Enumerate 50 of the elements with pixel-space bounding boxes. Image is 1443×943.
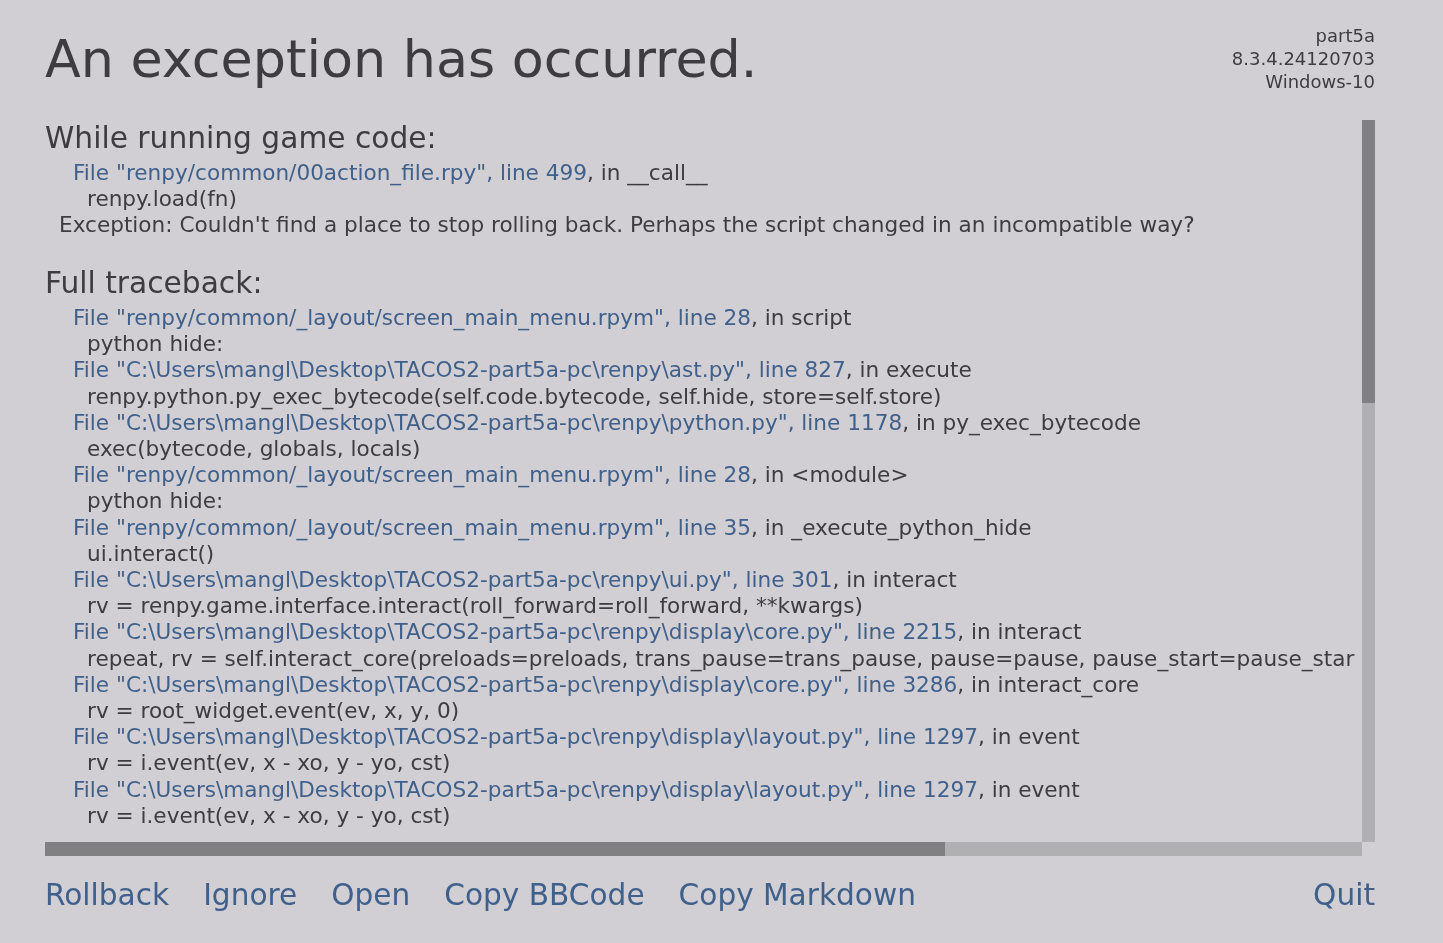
- file-link[interactable]: File "C:\Users\mangl\Desktop\TACOS2-part5a-pc\renpy\python.py", line 1178: [73, 409, 903, 435]
- error-title: An exception has occurred.: [45, 29, 758, 89]
- code-line: exec(bytecode, globals, locals): [86, 436, 422, 463]
- file-link[interactable]: File "C:\Users\mangl\Desktop\TACOS2-part5a-pc\renpy\display\layout.py", line 1297: [73, 776, 978, 802]
- code-line: python hide:: [86, 488, 225, 515]
- horizontal-scrollbar[interactable]: [45, 842, 1362, 856]
- build-info-text: 8.3.4.24120703: [1231, 47, 1375, 70]
- file-link[interactable]: File "C:\Users\mangl\Desktop\TACOS2-part5a-pc\renpy\ui.py", line 301: [73, 567, 833, 593]
- file-link[interactable]: File "renpy/common/00action_file.rpy", line 499: [73, 160, 587, 185]
- file-link[interactable]: File "renpy/common/_layout/screen_main_menu.rpym", line 35: [73, 514, 752, 540]
- function-text: , in _execute_python_hide: [751, 514, 1032, 540]
- quit-button[interactable]: Quit: [1313, 876, 1375, 914]
- action-button[interactable]: Copy BBCode: [444, 876, 645, 914]
- code-line: rv = renpy.game.interface.interact(roll_forward=roll_forward, **kwargs): [86, 593, 864, 620]
- code-line: rv = i.event(ev, x - xo, y - yo, cst): [86, 802, 452, 830]
- build-info-text: part5a: [1315, 24, 1375, 47]
- scrollbar-thumb[interactable]: [1362, 120, 1375, 403]
- file-link[interactable]: File "C:\Users\mangl\Desktop\TACOS2-part5a-pc\renpy\display\layout.py", line 1297: [73, 724, 978, 750]
- function-text: , in <module>: [751, 462, 909, 488]
- file-link[interactable]: File "C:\Users\mangl\Desktop\TACOS2-part5a-pc\renpy\ast.py", line 827: [73, 357, 846, 383]
- file-link[interactable]: File "C:\Users\mangl\Desktop\TACOS2-part5a-pc\renpy\display\core.py", line 2215: [73, 619, 958, 645]
- build-info-text: Windows-10: [1265, 70, 1375, 93]
- code-line: rv = root_widget.event(ev, x, y, 0): [86, 698, 461, 725]
- function-text: , in __call__: [586, 160, 708, 185]
- scrollbar-thumb[interactable]: [45, 842, 945, 856]
- function-text: , in interact: [832, 567, 957, 593]
- function-text: , in execute: [845, 357, 972, 383]
- file-link[interactable]: File "renpy/common/_layout/screen_main_menu.rpym", line 28: [73, 462, 752, 488]
- file-link[interactable]: File "C:\Users\mangl\Desktop\TACOS2-part5a-pc\renpy\display\core.py", line 3286: [73, 671, 958, 697]
- function-text: , in py_exec_bytecode: [902, 409, 1141, 435]
- function-text: , in interact: [957, 619, 1082, 645]
- function-text: , in event: [977, 724, 1080, 750]
- action-button[interactable]: Open: [331, 876, 411, 914]
- exception-message: Exception: Couldn't find a place to stop rolling back. Perhaps the script changed in an incompatible way?: [58, 212, 1196, 239]
- action-button[interactable]: Ignore: [203, 876, 298, 914]
- vertical-scrollbar[interactable]: [1362, 120, 1375, 842]
- code-line: rv = i.event(ev, x - xo, y - yo, cst): [86, 750, 452, 777]
- function-text: , in script: [751, 305, 852, 330]
- code-line: renpy.load(fn): [86, 186, 238, 213]
- function-text: , in event: [977, 776, 1080, 802]
- function-text: , in interact_core: [957, 671, 1140, 697]
- section-heading: Full traceback:: [45, 265, 264, 301]
- code-line: renpy.python.py_exec_bytecode(self.code.bytecode, self.hide, store=self.store): [86, 383, 943, 410]
- code-line: ui.interact(): [86, 540, 215, 568]
- file-link[interactable]: File "renpy/common/_layout/screen_main_menu.rpym", line 28: [73, 305, 752, 330]
- section-heading: While running game code:: [45, 120, 438, 156]
- code-line: python hide:: [86, 331, 225, 358]
- action-button[interactable]: Copy Markdown: [678, 876, 916, 914]
- code-line: repeat, rv = self.interact_core(preloads=preloads, trans_pause=trans_pause, pause=pause, pause_start=pause_star: [86, 645, 1356, 672]
- action-button[interactable]: Rollback: [45, 876, 170, 914]
